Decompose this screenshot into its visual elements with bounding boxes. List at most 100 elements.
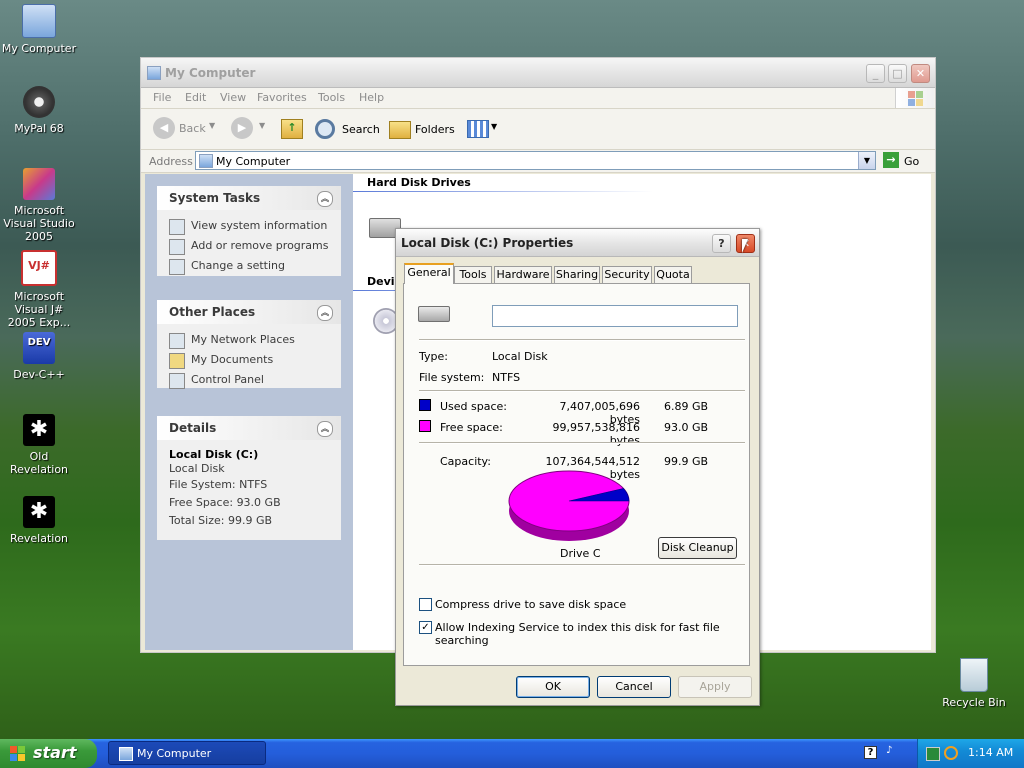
drive-icon: [418, 306, 450, 322]
menu-tools[interactable]: Tools: [318, 91, 345, 104]
used-space-swatch: [419, 399, 431, 411]
close-button[interactable]: ✕: [911, 64, 930, 83]
desktop-icon-visual-jsharp[interactable]: VJ# Microsoft Visual J# 2005 Exp...: [0, 250, 78, 329]
clock[interactable]: 1:14 AM: [968, 746, 1013, 759]
forward-button[interactable]: ▶ ▼: [231, 117, 265, 141]
address-input[interactable]: My Computer ▼: [195, 151, 876, 170]
compress-label[interactable]: Compress drive to save disk space: [435, 598, 626, 611]
free-space-swatch: [419, 420, 431, 432]
revelation-icon: ✱: [23, 414, 55, 446]
menu-edit[interactable]: Edit: [185, 91, 206, 104]
computer-icon: [119, 747, 133, 761]
desktop-icon-my-computer[interactable]: My Computer: [0, 4, 78, 55]
windows-logo-icon: [895, 88, 934, 108]
views-icon: [467, 120, 489, 138]
address-label: Address: [149, 155, 193, 168]
menu-file[interactable]: File: [153, 91, 171, 104]
control-panel-icon: [169, 373, 185, 389]
explorer-titlebar[interactable]: My Computer _ □ ✕: [141, 58, 935, 88]
general-tab-panel: Type: Local Disk File system: NTFS Used …: [403, 283, 750, 666]
compress-checkbox[interactable]: [419, 598, 432, 611]
place-my-network[interactable]: My Network Places: [169, 330, 329, 350]
other-places-header[interactable]: Other Places ︽: [157, 300, 341, 324]
cancel-button[interactable]: Cancel: [597, 676, 671, 698]
taskbar-item-my-computer[interactable]: My Computer: [108, 741, 266, 765]
collapse-icon[interactable]: ︽: [317, 305, 333, 321]
minimize-button[interactable]: _: [866, 64, 885, 83]
network-tray-icon[interactable]: [926, 747, 940, 761]
desktop-icon-label: Recycle Bin: [942, 696, 1006, 709]
jsharp-icon: VJ#: [21, 250, 57, 286]
system-tray: 1:14 AM: [917, 739, 1024, 768]
volume-tray-icon[interactable]: ♪: [886, 745, 896, 761]
help-tray-icon[interactable]: ?: [864, 746, 877, 759]
dialog-title: Local Disk (C:) Properties: [401, 236, 574, 250]
desktop-icon-mypal[interactable]: MyPal 68: [0, 86, 78, 135]
disk-cleanup-button[interactable]: Disk Cleanup: [658, 537, 737, 559]
desktop-icon-label: My Computer: [1, 42, 77, 55]
system-tasks-header[interactable]: System Tasks ︽: [157, 186, 341, 210]
desktop-icon-label: Dev-C++: [13, 368, 65, 381]
views-button[interactable]: ▼: [467, 119, 499, 139]
windows-logo-icon: [10, 746, 26, 762]
task-add-remove-programs[interactable]: Add or remove programs: [169, 236, 329, 256]
place-control-panel[interactable]: Control Panel: [169, 370, 329, 390]
desktop-icon-old-revelation[interactable]: ✱ Old Revelation: [0, 414, 78, 476]
start-button[interactable]: start: [0, 739, 97, 768]
tab-hardware[interactable]: Hardware: [494, 266, 552, 283]
desktop-icon-revelation[interactable]: ✱ Revelation: [0, 496, 78, 545]
type-label: Type:: [419, 350, 448, 363]
system-tasks-panel: System Tasks ︽ View system information Ad…: [157, 186, 341, 276]
desktop-icon-recycle-bin[interactable]: Recycle Bin: [935, 658, 1013, 709]
task-change-setting[interactable]: Change a setting: [169, 256, 329, 276]
details-free-space: Free Space: 93.0 GB: [169, 496, 281, 509]
filesystem-label: File system:: [419, 371, 485, 384]
desktop-icon-dev-cpp[interactable]: DEV Dev-C++: [0, 332, 78, 381]
desktop-icon-label: Microsoft Visual J# 2005 Exp...: [7, 290, 71, 329]
details-panel: Details ︽ Local Disk (C:) Local Disk File…: [157, 416, 341, 540]
place-my-documents[interactable]: My Documents: [169, 350, 329, 370]
search-button[interactable]: Search: [313, 117, 380, 141]
indexing-checkbox[interactable]: ✓: [419, 621, 432, 634]
tab-security[interactable]: Security: [602, 266, 652, 283]
maximize-button[interactable]: □: [888, 64, 907, 83]
menu-help[interactable]: Help: [359, 91, 384, 104]
chevron-down-icon: ▼: [209, 121, 216, 130]
help-button[interactable]: ?: [712, 234, 731, 253]
drive-label-input[interactable]: [492, 305, 738, 327]
go-arrow-icon: →: [883, 152, 899, 168]
go-button[interactable]: → Go: [881, 151, 921, 170]
disk-usage-pie-chart: [508, 470, 630, 541]
toolbar: ◀ Back ▼ ▶ ▼ ↑ Search Folders ▼: [141, 109, 935, 150]
menu-view[interactable]: View: [220, 91, 246, 104]
collapse-icon[interactable]: ︽: [317, 191, 333, 207]
address-dropdown-button[interactable]: ▼: [858, 152, 875, 169]
indexing-label[interactable]: Allow Indexing Service to index this dis…: [435, 621, 749, 647]
desktop-icon-label: Old Revelation: [9, 450, 69, 476]
tab-tools[interactable]: Tools: [454, 266, 492, 283]
menu-favorites[interactable]: Favorites: [257, 91, 307, 104]
up-folder-button[interactable]: ↑: [279, 117, 303, 141]
tab-sharing[interactable]: Sharing: [554, 266, 600, 283]
ok-button[interactable]: OK: [516, 676, 590, 698]
task-view-system-info[interactable]: View system information: [169, 216, 329, 236]
apply-button[interactable]: Apply: [678, 676, 752, 698]
control-panel-icon: [169, 259, 185, 275]
tab-quota[interactable]: Quota: [654, 266, 692, 283]
network-icon: [169, 333, 185, 349]
details-header[interactable]: Details ︽: [157, 416, 341, 440]
desktop-icon-visual-studio[interactable]: Microsoft Visual Studio 2005: [0, 168, 78, 243]
folders-button[interactable]: Folders: [387, 117, 457, 141]
computer-icon: [147, 66, 161, 80]
window-title: My Computer: [165, 66, 256, 80]
mouse-cursor-icon: [742, 239, 748, 253]
visual-studio-icon: [23, 168, 55, 200]
desktop-icon-label: Revelation: [9, 532, 69, 545]
capacity-label: Capacity:: [440, 455, 491, 468]
search-tray-icon[interactable]: [944, 746, 958, 760]
tab-general[interactable]: General: [404, 263, 454, 284]
other-places-panel: Other Places ︽ My Network Places My Docum…: [157, 300, 341, 390]
back-button[interactable]: ◀ Back ▼: [151, 117, 219, 141]
collapse-icon[interactable]: ︽: [317, 421, 333, 437]
dialog-titlebar[interactable]: Local Disk (C:) Properties ? ✕: [396, 229, 759, 257]
